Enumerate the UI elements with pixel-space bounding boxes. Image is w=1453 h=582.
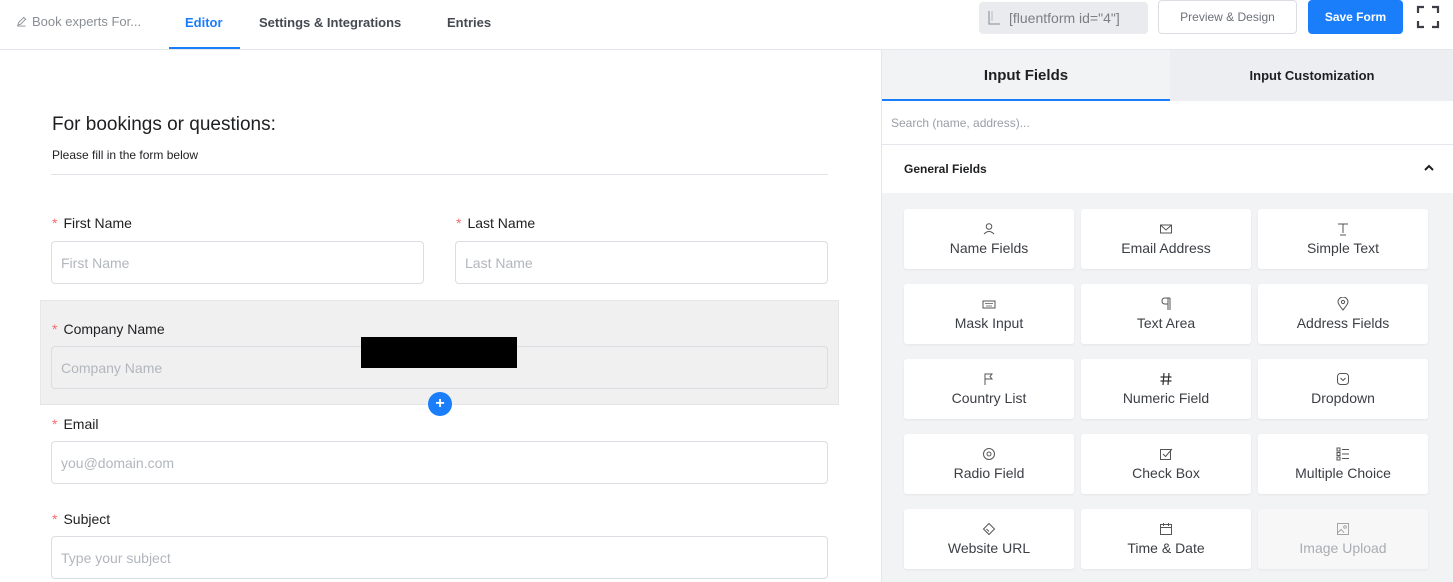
- tab-entries[interactable]: Entries: [447, 15, 491, 30]
- email-label: * Email: [52, 416, 99, 432]
- email-input[interactable]: you@domain.com: [51, 441, 828, 484]
- tab-editor[interactable]: Editor: [185, 15, 223, 30]
- field-card-text-area[interactable]: Text Area: [1081, 284, 1251, 344]
- fullscreen-icon[interactable]: [1416, 5, 1440, 29]
- form-name: Book experts For...: [32, 14, 142, 29]
- shortcode-text: [fluentform id="4"]: [1009, 10, 1120, 26]
- required-marker: *: [52, 511, 58, 527]
- field-card-check-box[interactable]: Check Box: [1081, 434, 1251, 494]
- add-field-button[interactable]: +: [428, 392, 452, 416]
- flag-icon: [984, 373, 994, 385]
- redaction-box: [361, 337, 517, 368]
- radio-icon: [983, 448, 995, 460]
- paragraph-icon: [1161, 297, 1171, 310]
- fields-panel: Input Fields Input Customization Search …: [881, 50, 1453, 582]
- field-card-name-fields[interactable]: Name Fields: [904, 209, 1074, 269]
- form-name-breadcrumb[interactable]: Book experts For...: [16, 14, 141, 29]
- field-card-dropdown[interactable]: Dropdown: [1258, 359, 1428, 419]
- required-marker: *: [52, 321, 58, 337]
- required-marker: *: [456, 215, 462, 231]
- save-form-button[interactable]: Save Form: [1308, 0, 1403, 34]
- general-fields-title: General Fields: [904, 162, 987, 176]
- form-divider: [51, 174, 828, 175]
- map-pin-icon: [1337, 297, 1349, 311]
- tab-input-customization[interactable]: Input Customization: [1170, 50, 1453, 101]
- checkbox-icon: [1160, 448, 1173, 460]
- last-name-label: * Last Name: [456, 215, 536, 231]
- last-name-input[interactable]: Last Name: [455, 241, 828, 284]
- field-card-time-date[interactable]: Time & Date: [1081, 509, 1251, 569]
- dropdown-icon: [1337, 373, 1349, 385]
- form-title: For bookings or questions:: [52, 114, 276, 135]
- field-card-image-upload[interactable]: Image Upload: [1258, 509, 1428, 569]
- first-name-input[interactable]: First Name: [51, 241, 424, 284]
- list-icon: [1336, 447, 1349, 461]
- subject-input[interactable]: Type your subject: [51, 536, 828, 579]
- field-card-website-url[interactable]: Website URL: [904, 509, 1074, 569]
- field-card-country-list[interactable]: Country List: [904, 359, 1074, 419]
- copy-icon: [988, 11, 1000, 25]
- image-icon: [1337, 523, 1349, 535]
- calendar-icon: [1160, 523, 1172, 535]
- subject-label: * Subject: [52, 511, 111, 527]
- tab-settings-integrations[interactable]: Settings & Integrations: [259, 15, 401, 30]
- general-fields-header[interactable]: General Fields: [882, 145, 1453, 193]
- link-icon: [982, 522, 996, 536]
- field-card-radio-field[interactable]: Radio Field: [904, 434, 1074, 494]
- envelope-icon: [1160, 224, 1172, 234]
- top-bar: Book experts For... Editor Settings & In…: [0, 0, 1453, 50]
- field-card-numeric-field[interactable]: Numeric Field: [1081, 359, 1251, 419]
- form-description: Please fill in the form below: [52, 148, 199, 162]
- field-card-mask-input[interactable]: Mask Input: [904, 284, 1074, 344]
- field-card-multiple-choice[interactable]: Multiple Choice: [1258, 434, 1428, 494]
- first-name-label: * First Name: [52, 215, 132, 231]
- tab-input-fields[interactable]: Input Fields: [882, 50, 1170, 101]
- keyboard-icon: [982, 300, 996, 309]
- field-search-input[interactable]: Search (name, address)...: [882, 101, 1453, 145]
- hash-icon: [1160, 372, 1172, 386]
- preview-design-button[interactable]: Preview & Design: [1158, 0, 1297, 34]
- required-marker: *: [52, 215, 58, 231]
- required-marker: *: [52, 416, 58, 432]
- field-card-address-fields[interactable]: Address Fields: [1258, 284, 1428, 344]
- active-tab-indicator: [169, 47, 240, 49]
- field-card-email-address[interactable]: Email Address: [1081, 209, 1251, 269]
- pencil-icon: [17, 16, 27, 27]
- text-cursor-icon: [1338, 223, 1348, 236]
- chevron-up-icon[interactable]: [1422, 161, 1436, 175]
- shortcode-copy[interactable]: [fluentform id="4"]: [979, 2, 1148, 34]
- field-card-simple-text[interactable]: Simple Text: [1258, 209, 1428, 269]
- user-icon: [983, 223, 995, 235]
- company-name-label: * Company Name: [52, 321, 165, 337]
